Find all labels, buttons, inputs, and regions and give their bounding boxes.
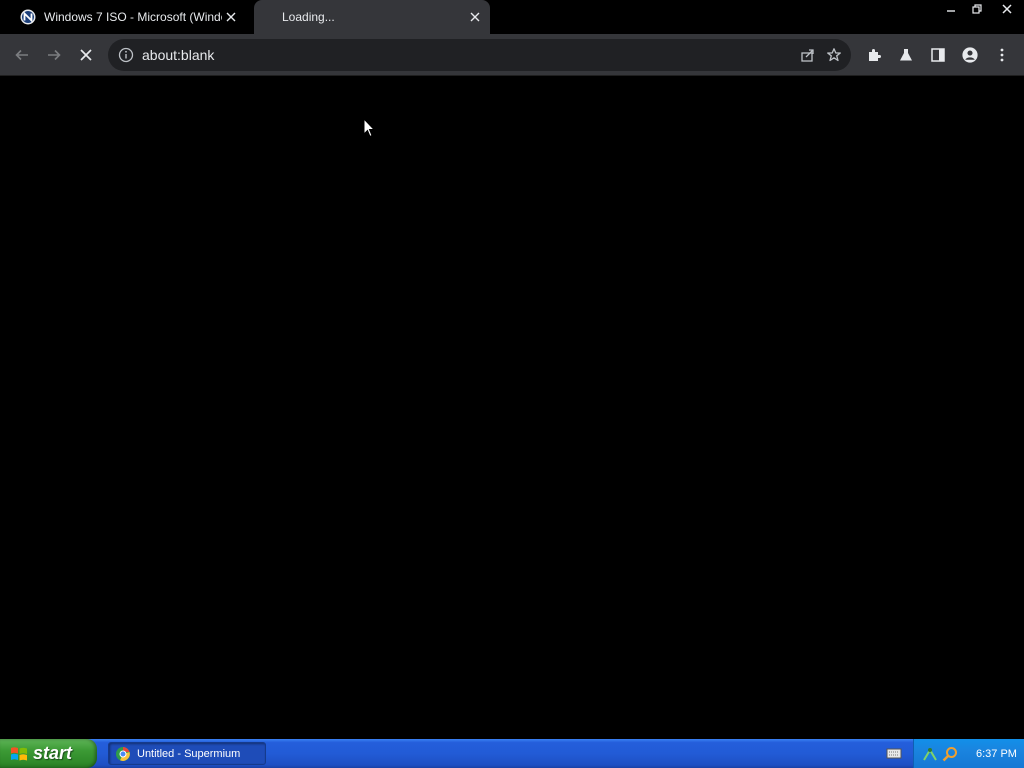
side-panel-icon[interactable] — [925, 42, 951, 68]
tab-close-icon[interactable] — [222, 8, 240, 26]
taskbar-button-supermium[interactable]: Untitled - Supermium — [108, 742, 266, 765]
close-icon[interactable] — [990, 0, 1024, 18]
system-tray: 6:37 PM — [913, 739, 1024, 768]
tab-title: Windows 7 ISO - Microsoft (Window — [44, 10, 222, 24]
supermium-browser-icon — [115, 746, 131, 762]
forward-arrow-icon[interactable] — [41, 42, 67, 68]
browser-toolbar: about:blank — [0, 34, 1024, 76]
taskbar-clock: 6:37 PM — [976, 747, 1017, 760]
window-controls — [938, 0, 1024, 18]
extensions-puzzle-icon[interactable] — [861, 42, 887, 68]
restore-icon[interactable] — [964, 0, 990, 18]
minimize-icon[interactable] — [938, 0, 964, 18]
tab-loading[interactable]: Loading... — [254, 0, 490, 34]
windows-flag-icon — [10, 745, 28, 763]
start-label: start — [33, 743, 73, 763]
back-arrow-icon[interactable] — [9, 42, 35, 68]
profile-avatar-icon[interactable] — [957, 42, 983, 68]
start-button[interactable]: start — [0, 739, 97, 768]
omnibox-actions — [795, 42, 847, 68]
page-content[interactable] — [0, 77, 1024, 739]
info-icon[interactable] — [118, 47, 134, 63]
taskbar-button-label: Untitled - Supermium — [137, 747, 241, 760]
browser-titlebar: Windows 7 ISO - Microsoft (Window Loadin… — [0, 0, 1024, 34]
share-icon[interactable] — [795, 42, 821, 68]
labs-flask-icon[interactable] — [893, 42, 919, 68]
network-icon[interactable] — [922, 746, 938, 762]
taskbar: start Untitled - Supermium 6:37 PM — [0, 739, 1024, 768]
star-icon[interactable] — [821, 42, 847, 68]
kebab-menu-icon[interactable] — [989, 42, 1015, 68]
tab-windows7-iso[interactable]: Windows 7 ISO - Microsoft (Window — [12, 0, 246, 34]
address-bar[interactable]: about:blank — [108, 39, 851, 71]
tab-title: Loading... — [282, 10, 335, 24]
stop-loading-icon[interactable] — [73, 42, 99, 68]
mouse-cursor-icon — [363, 117, 376, 138]
search-magnifier-icon[interactable] — [942, 746, 958, 762]
keyboard-icon[interactable] — [886, 746, 902, 760]
tab-close-icon[interactable] — [466, 8, 484, 26]
address-text[interactable]: about:blank — [142, 47, 214, 63]
neowin-icon — [20, 9, 36, 25]
